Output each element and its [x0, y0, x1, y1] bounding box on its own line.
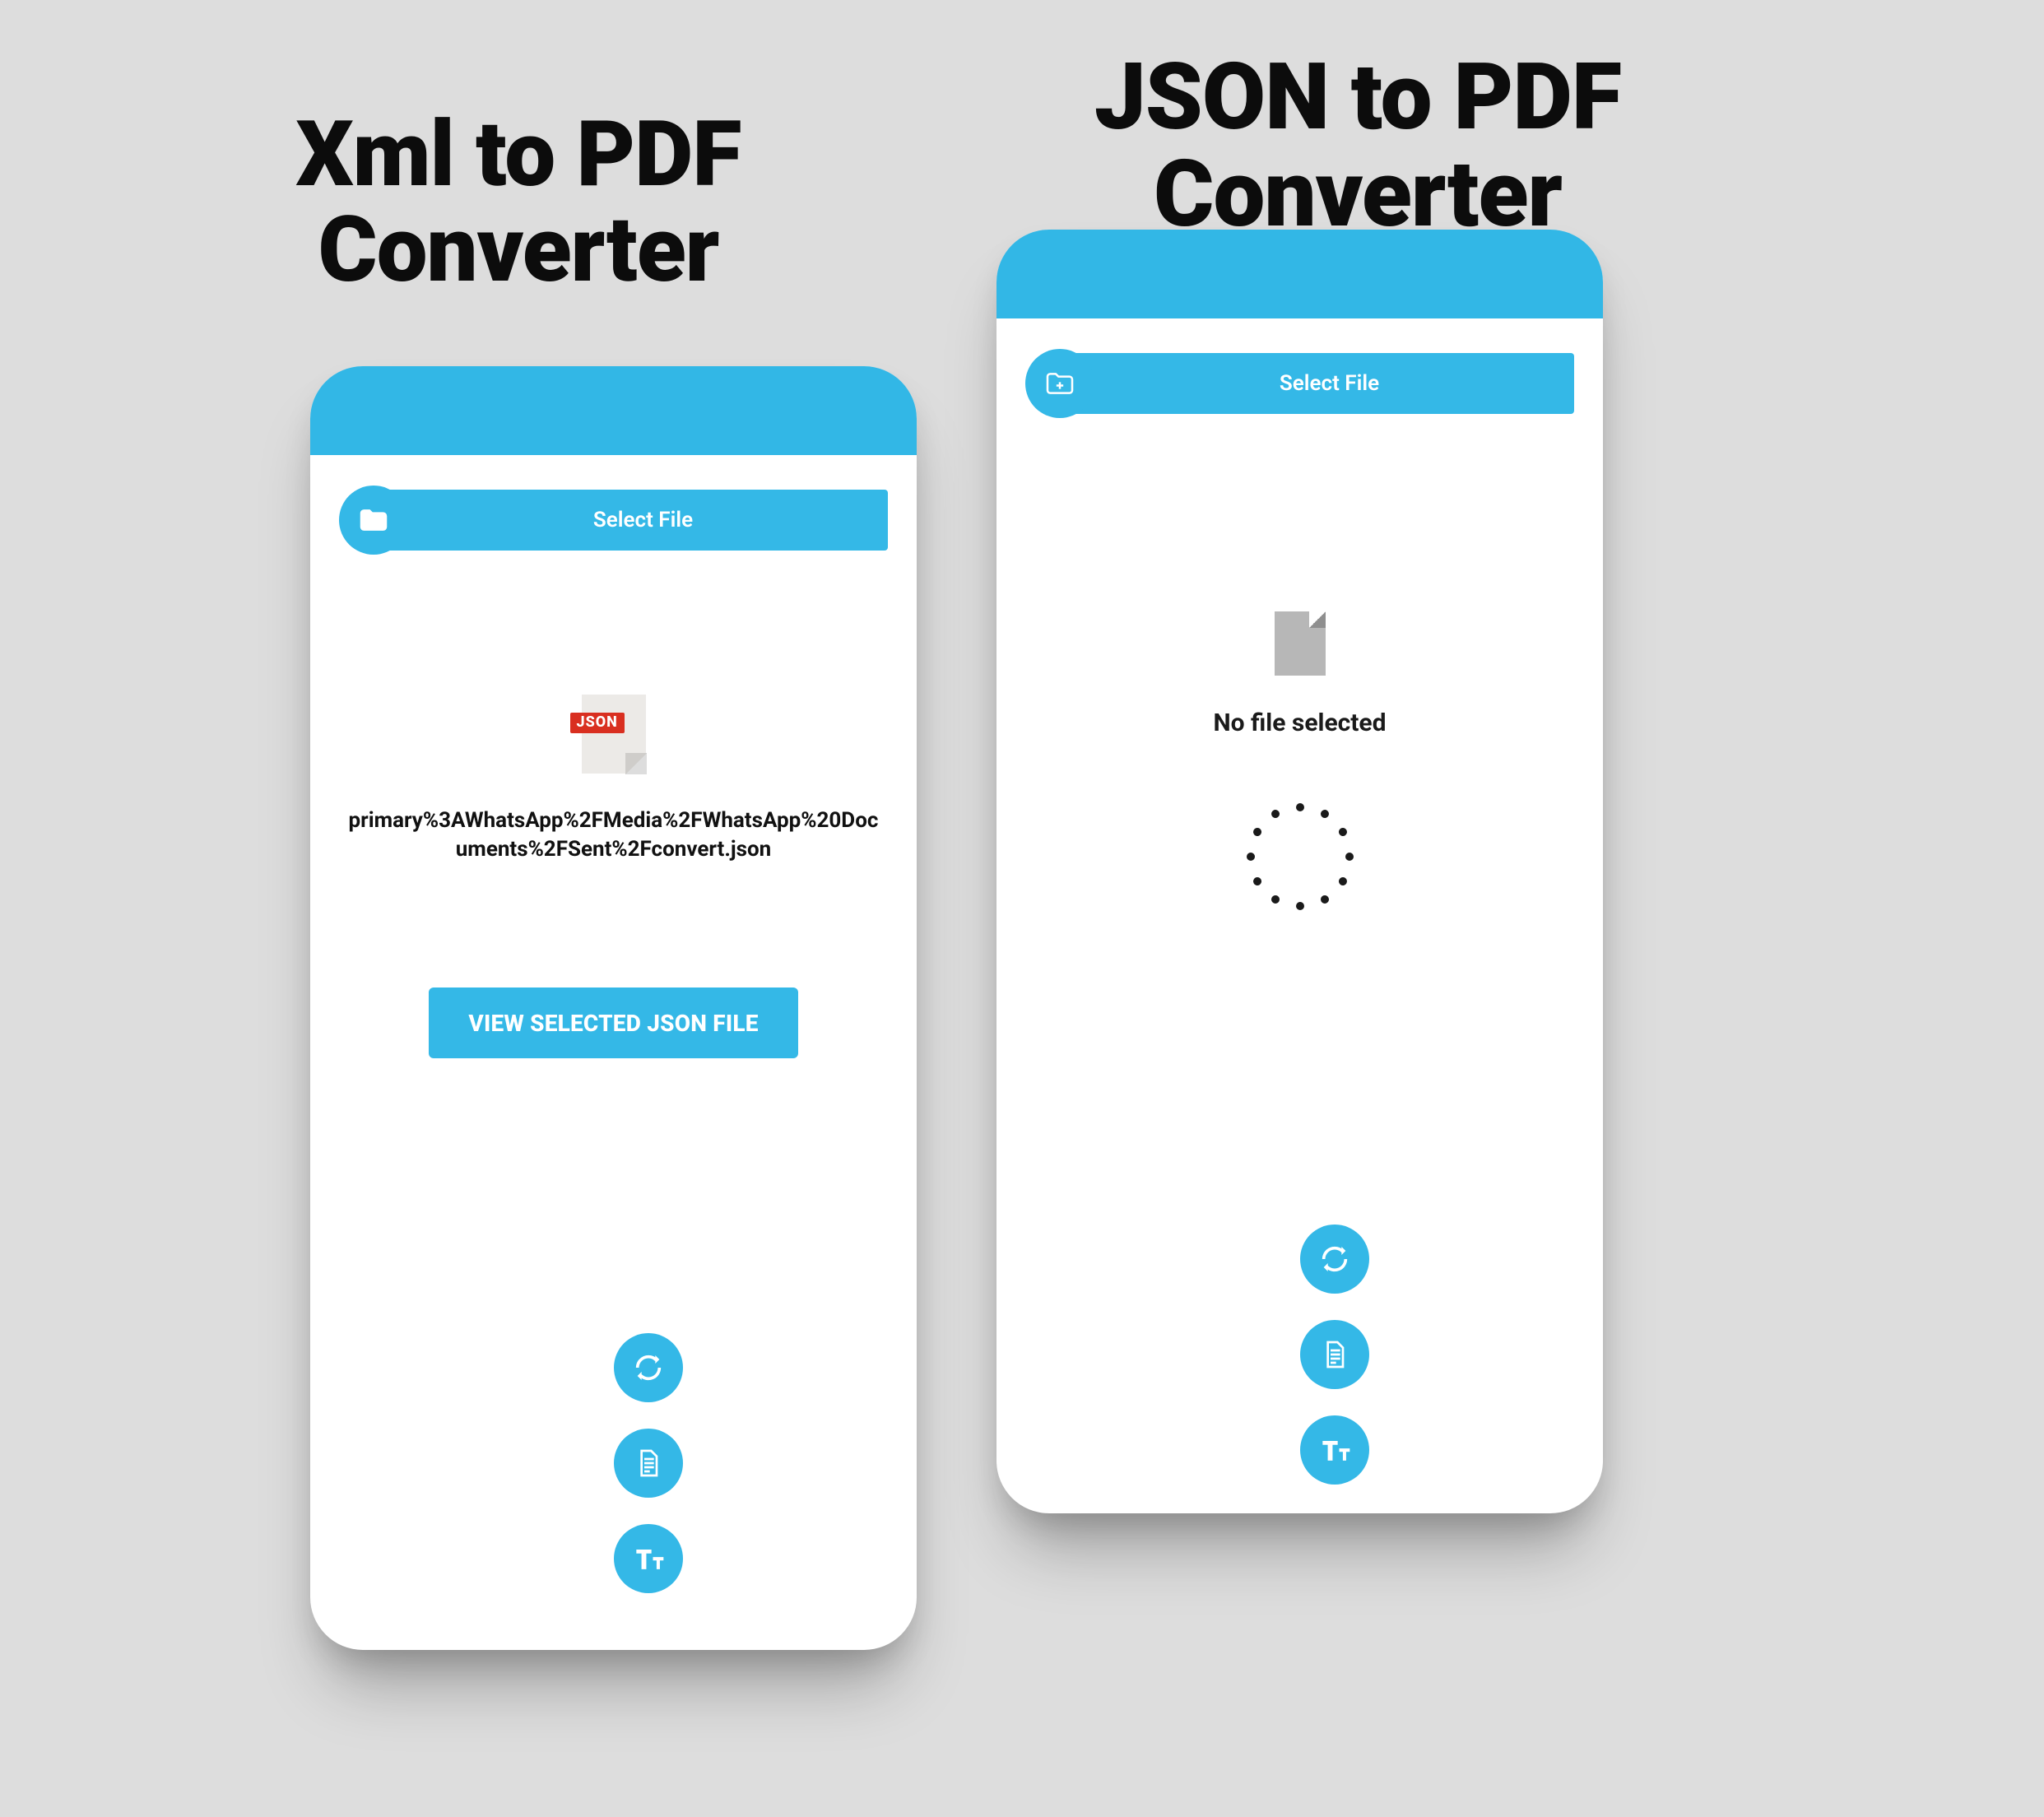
empty-file-icon [1275, 611, 1326, 676]
promo-title-left-line1: Xml to PDF [295, 101, 741, 207]
select-file-button[interactable]: Select File [1025, 353, 1574, 414]
document-lines-icon [1300, 1320, 1369, 1389]
phone-mock-left: Select File JSON primary%3AWhatsApp%2FMe… [310, 366, 917, 1650]
app-top-bar [996, 230, 1603, 318]
select-file-button[interactable]: Select File [339, 490, 888, 551]
screen-content-right: Select File No file selected [996, 353, 1603, 1513]
json-file-tag: JSON [570, 713, 625, 733]
promo-title-left-line2: Converter [318, 197, 719, 303]
refresh-icon [1300, 1224, 1369, 1294]
no-file-label: No file selected [1025, 709, 1574, 737]
view-selected-label: VIEW SELECTED JSON FILE [468, 1010, 758, 1037]
phone-mock-right: Select File No file selected [996, 230, 1603, 1513]
select-file-label: Select File [1255, 371, 1379, 396]
refresh-icon [614, 1333, 683, 1402]
text-format-icon [614, 1524, 683, 1593]
action-buttons-right: CONVERT RAW CONVERT Text Format [1025, 1229, 1574, 1480]
selected-file-area: JSON primary%3AWhatsApp%2FMedia%2FWhatsA… [339, 695, 888, 1058]
select-file-label: Select File [569, 508, 693, 532]
folder-add-icon [339, 486, 408, 555]
json-file-icon: JSON [582, 695, 646, 774]
promo-title-left: Xml to PDF Converter [206, 107, 831, 297]
text-format-icon [1300, 1415, 1369, 1485]
app-top-bar [310, 366, 917, 455]
promo-title-right: JSON to PDF Converter [979, 49, 1736, 243]
promo-title-right-line1: JSON to PDF [1094, 44, 1621, 151]
action-buttons-left: CONVERT RAW CONVERT Text Format [339, 1337, 888, 1589]
document-lines-icon [614, 1429, 683, 1498]
loading-spinner-icon [1238, 795, 1362, 918]
screen-content-left: Select File JSON primary%3AWhatsApp%2FMe… [310, 490, 917, 1650]
view-selected-button[interactable]: VIEW SELECTED JSON FILE [429, 988, 797, 1058]
empty-file-area: No file selected [1025, 611, 1574, 918]
promo-stage: Xml to PDF Converter JSON to PDF Convert… [0, 0, 2044, 1817]
selected-file-path: primary%3AWhatsApp%2FMedia%2FWhatsApp%20… [339, 806, 888, 864]
folder-add-icon [1025, 349, 1094, 418]
